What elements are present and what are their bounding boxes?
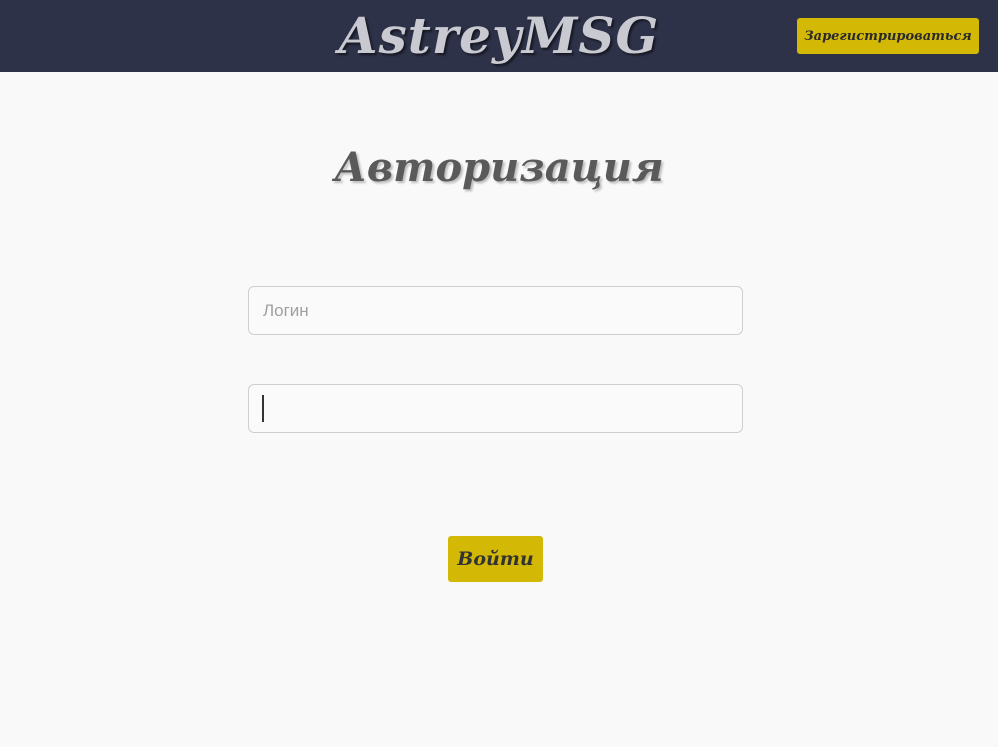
password-input[interactable] [248,384,743,433]
register-button[interactable]: Зарегистрироваться [797,18,979,54]
top-bar: AstreyMSG Зарегистрироваться [0,0,998,72]
page-title: Авторизация [334,144,664,191]
login-input[interactable] [248,286,743,335]
login-button[interactable]: Войти [448,536,543,582]
text-cursor [262,395,264,422]
